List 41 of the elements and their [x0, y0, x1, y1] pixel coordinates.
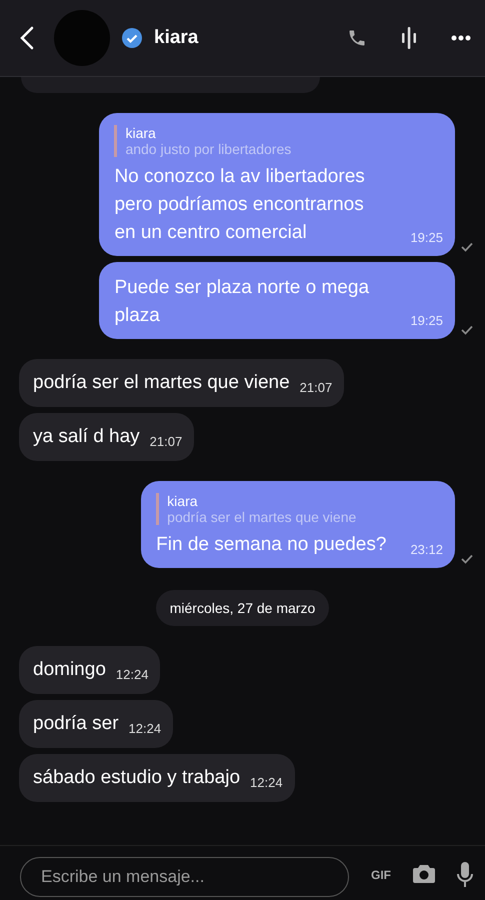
check-icon	[461, 325, 473, 335]
reply-quote[interactable]: kiara podría ser el martes que viene	[156, 493, 443, 525]
message-text: podría ser el martes que viene	[33, 371, 290, 395]
reply-author: kiara	[167, 493, 199, 509]
message-time: 12:24	[116, 666, 148, 684]
message-text: sábado estudio y trabajo	[33, 766, 240, 790]
reply-quote[interactable]: kiara ando justo por libertadores	[114, 125, 443, 157]
call-button[interactable]	[347, 28, 367, 48]
voice-button[interactable]	[401, 26, 417, 50]
camera-button[interactable]	[413, 864, 435, 883]
camera-icon	[413, 864, 435, 883]
reply-author: kiara	[125, 125, 157, 141]
message-text: No conozco la av libertadores pero podríamos encontrarnos en un centro comercial	[114, 165, 366, 245]
message-time: 23:12	[410, 541, 443, 559]
check-icon	[461, 242, 473, 252]
message-time: 21:07	[300, 379, 332, 397]
reply-text: podría ser el martes que viene	[167, 509, 358, 525]
gif-button[interactable]: GIF	[371, 868, 391, 882]
message-input[interactable]: Escribe un mensaje...	[20, 857, 349, 897]
audio-bars-icon	[401, 26, 417, 50]
back-icon	[20, 26, 34, 50]
back-button[interactable]	[20, 26, 34, 50]
message-time: 21:07	[150, 433, 182, 451]
check-icon	[461, 554, 473, 564]
phone-icon	[347, 28, 367, 48]
more-icon	[451, 35, 471, 41]
message-time: 12:24	[128, 720, 162, 738]
message-time: 19:25	[410, 312, 443, 330]
more-button[interactable]	[451, 35, 471, 41]
contact-name: kiara	[154, 27, 198, 49]
reply-text: ando justo por libertadores	[125, 141, 292, 157]
microphone-button[interactable]	[457, 862, 473, 888]
message-text: domingo	[33, 658, 106, 682]
message-text: podría ser	[33, 712, 119, 736]
microphone-icon	[457, 862, 473, 888]
message-text: Puede ser plaza norte o mega plaza	[114, 276, 370, 328]
message-text: ya salí d hay	[33, 425, 140, 449]
message-time: 19:25	[410, 229, 443, 247]
message-time: 12:24	[250, 774, 283, 792]
message-text: Fin de semana no puedes?	[156, 533, 386, 557]
date-divider: miércoles, 27 de marzo	[156, 590, 330, 626]
